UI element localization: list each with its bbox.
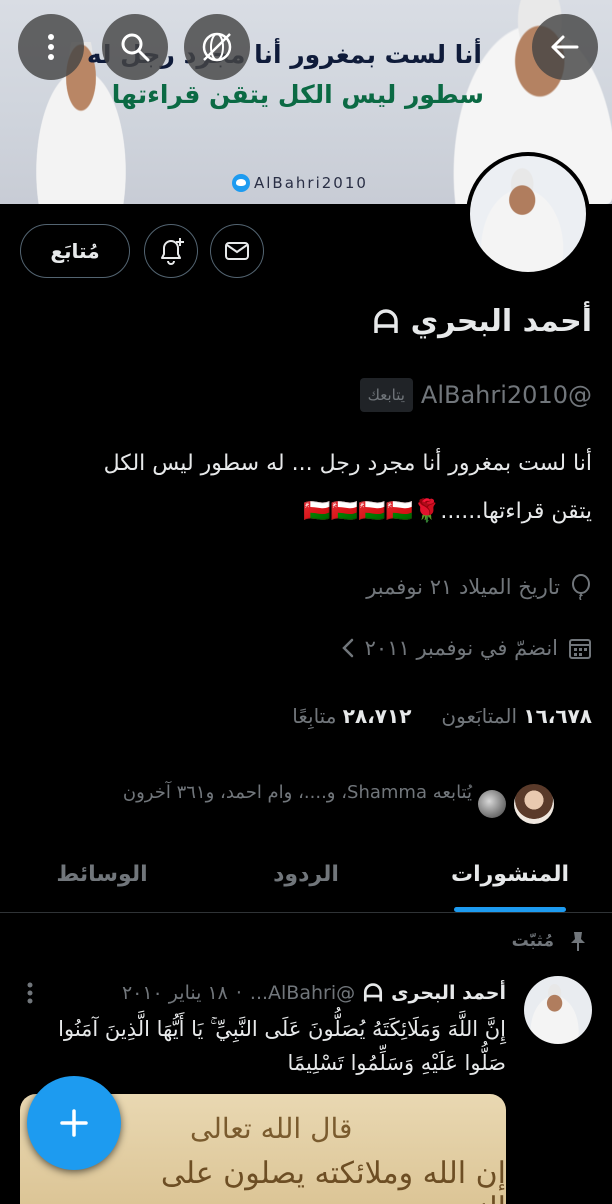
verified-org-icon <box>373 308 398 333</box>
bio-line-2: يتقن قراءتها......🌹🇴🇲🇴🇲🇴🇲🇴🇲 <box>303 499 592 524</box>
compose-button[interactable] <box>27 1076 121 1170</box>
followers-stat-label: متابِعًا <box>292 704 337 728</box>
tweet-author-handle: @AlBahri... <box>249 982 356 1004</box>
tweet-text: إِنَّ اللَّهَ وَمَلَائِكَتَهُ يُصَلُّونَ… <box>58 1017 506 1075</box>
birthday-text: تاريخ الميلاد ٢١ نوفمبر <box>366 575 560 599</box>
follows-you-badge: يتابعك <box>359 378 413 412</box>
profile-bio: أنا لست بمغرور أنا مجرد رجل ... له سطور … <box>20 440 592 536</box>
followed-by-row[interactable]: يُتابعه Shamma، و....، وام احمد، و٣٦١ آخ… <box>123 782 472 803</box>
tweet-author-avatar[interactable] <box>524 976 592 1044</box>
following-stat-label: المتابَعون <box>441 704 517 728</box>
banner-quote-line2: سطور ليس الكل يتقن قراءتها <box>111 80 484 109</box>
pin-icon <box>571 932 585 951</box>
banner-handle: AlBahri2010 <box>232 174 368 192</box>
notifications-button[interactable] <box>144 224 198 278</box>
more-vertical-icon <box>48 34 54 60</box>
tab-posts-label: المنشورات <box>450 861 570 887</box>
joined-row[interactable]: انضمّ في نوفمبر ٢٠١١ <box>341 636 592 660</box>
envelope-icon <box>225 242 249 260</box>
more-options-button[interactable] <box>18 14 84 80</box>
back-button[interactable] <box>532 14 598 80</box>
chevron-left-icon <box>341 638 353 658</box>
follower-avatar-2 <box>478 790 506 818</box>
plus-icon <box>60 1109 88 1137</box>
following-label: مُتابَع <box>50 239 100 263</box>
tweet-date[interactable]: ١٨ يناير ٢٠١٠ <box>122 982 228 1004</box>
twitter-bird-icon <box>232 174 250 192</box>
following-count: ١٦،٦٧٨ <box>523 704 592 728</box>
profile-tabs: المنشورات الردود الوسائط <box>0 836 612 913</box>
more-vertical-icon <box>27 982 33 1004</box>
tab-media-label: الوسائط <box>56 861 148 887</box>
bell-plus-icon <box>161 238 184 265</box>
tab-replies-label: الردود <box>273 861 339 887</box>
arrow-left-icon <box>551 35 579 59</box>
bio-line-1: أنا لست بمغرور أنا مجرد رجل ... له سطور … <box>103 451 592 476</box>
pinned-label: مُثبّت <box>511 931 554 951</box>
tab-replies[interactable]: الردود <box>204 836 408 912</box>
search-icon <box>121 33 150 62</box>
follower-avatar-1 <box>514 784 554 824</box>
translate-toggle-button[interactable] <box>184 14 250 80</box>
message-button[interactable] <box>210 224 264 278</box>
tweet-header: أحمد البحرى @AlBahri... · ١٨ يناير ٢٠١٠ <box>122 982 506 1004</box>
profile-name: أحمد البحري <box>410 304 592 339</box>
tweet-image-calligraphy-1: قال الله تعالى <box>190 1112 353 1145</box>
followers-stat[interactable]: ٢٨،٧١٢ متابِعًا <box>292 704 411 728</box>
follow-stats: ١٦،٦٧٨ المتابَعون ٢٨،٧١٢ متابِعًا <box>292 704 592 728</box>
profile-handle-row: @AlBahri2010 يتابعك <box>359 378 592 412</box>
profile-avatar[interactable] <box>466 152 590 276</box>
tab-posts[interactable]: المنشورات <box>408 836 612 912</box>
tweet-separator: · <box>235 982 242 1004</box>
birthday-row: تاريخ الميلاد ٢١ نوفمبر <box>366 574 592 600</box>
balloon-icon <box>572 574 590 600</box>
globe-off-icon <box>202 32 232 62</box>
profile-name-row: أحمد البحري <box>373 304 592 339</box>
search-button[interactable] <box>102 14 168 80</box>
verified-org-icon <box>364 983 383 1002</box>
followed-by-text: يُتابعه Shamma، و....، وام احمد، و٣٦١ آخ… <box>122 782 472 803</box>
following-button[interactable]: مُتابَع <box>20 224 130 278</box>
followers-count: ٢٨،٧١٢ <box>342 704 412 728</box>
pinned-indicator: مُثبّت <box>512 930 588 952</box>
profile-handle: @AlBahri2010 <box>420 381 592 409</box>
tweet-more-button[interactable] <box>26 982 34 1009</box>
profile-avatar-image <box>470 156 586 272</box>
tweet-author-name[interactable]: أحمد البحرى <box>391 982 506 1004</box>
banner-handle-text: AlBahri2010 <box>254 174 368 192</box>
tab-media[interactable]: الوسائط <box>0 836 204 912</box>
joined-text: انضمّ في نوفمبر ٢٠١١ <box>364 636 558 660</box>
tweet-image-calligraphy-2: إن الله وملائكته يصلون على النبي <box>160 1156 506 1204</box>
calendar-icon <box>569 639 591 659</box>
following-stat[interactable]: ١٦،٦٧٨ المتابَعون <box>441 704 592 728</box>
